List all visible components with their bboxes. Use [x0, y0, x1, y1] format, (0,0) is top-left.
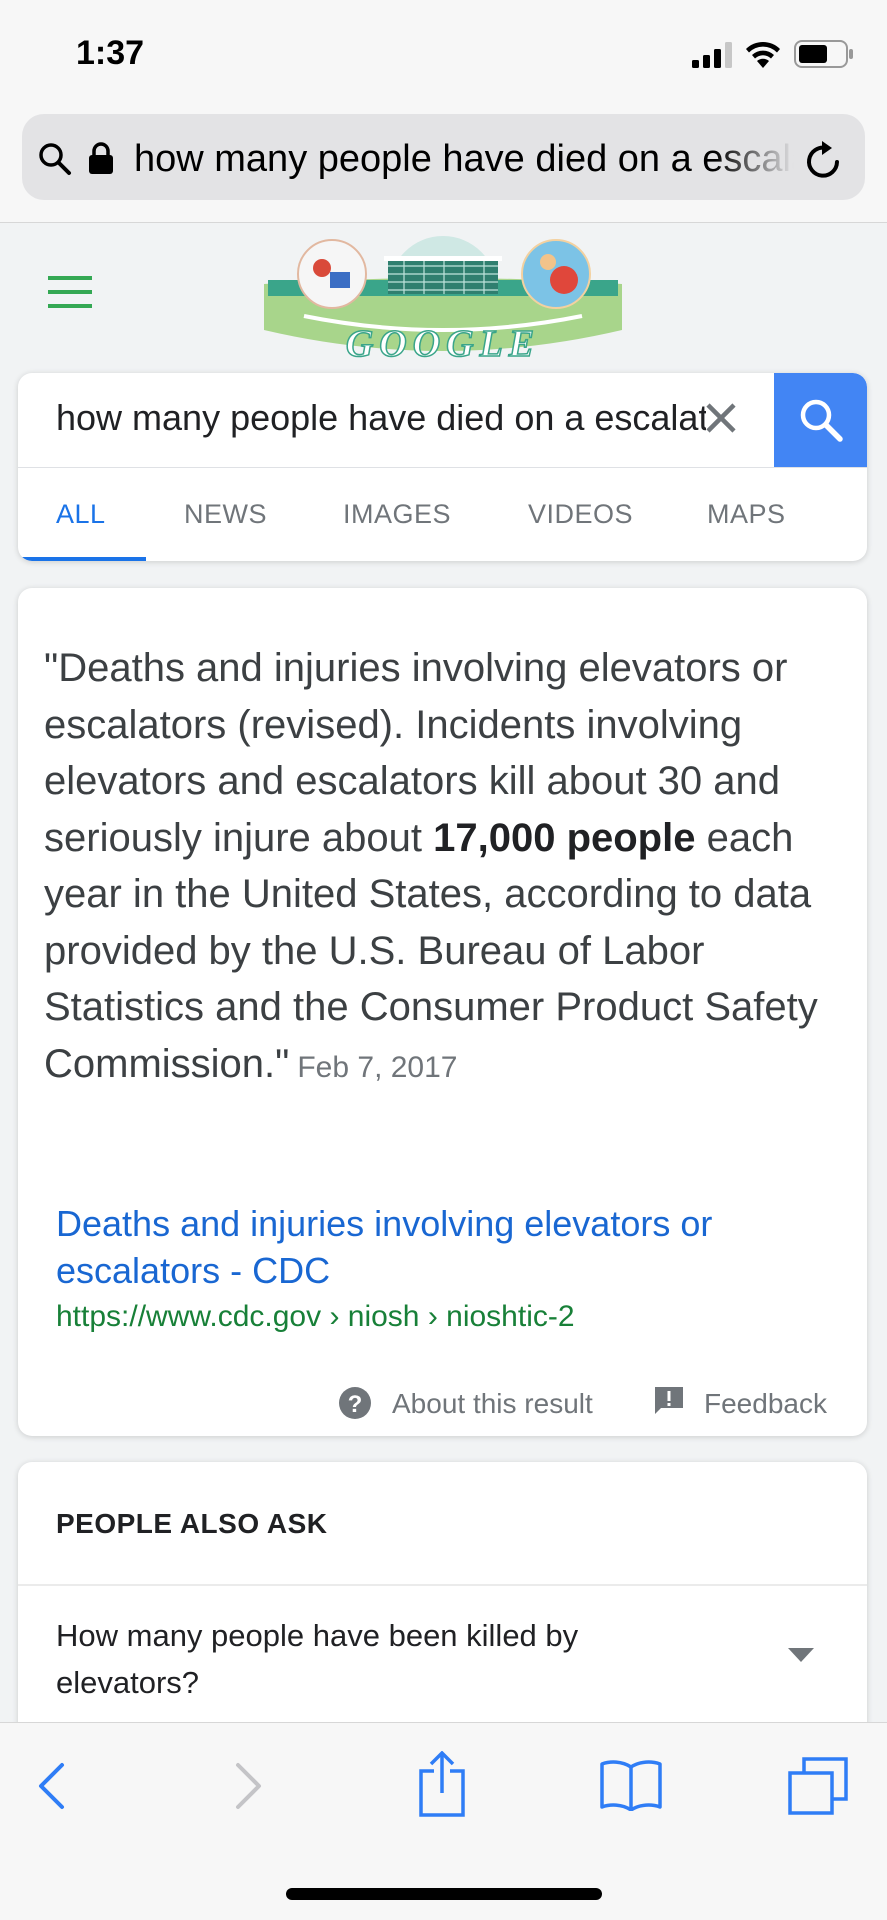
tab-news[interactable]: NEWS	[184, 499, 267, 530]
browser-address-area: how many people have died on a escalator	[0, 108, 887, 223]
svg-text:?: ?	[348, 1391, 363, 1418]
status-bar: 1:37	[0, 0, 887, 108]
tab-videos[interactable]: VIDEOS	[528, 499, 633, 530]
feedback-icon[interactable]	[654, 1386, 684, 1416]
search-card: ALL NEWS IMAGES VIDEOS MAPS	[18, 373, 867, 561]
clear-icon[interactable]	[704, 401, 738, 435]
lock-icon	[89, 142, 113, 174]
snippet-quote: "	[44, 646, 59, 690]
search-button[interactable]	[774, 373, 867, 467]
tab-maps[interactable]: MAPS	[707, 499, 786, 530]
feedback-link[interactable]: Feedback	[704, 1388, 827, 1420]
tab-all[interactable]: ALL	[56, 499, 106, 530]
chevron-down-icon[interactable]	[788, 1648, 814, 1662]
result-title-link[interactable]: Deaths and injuries involving elevators …	[56, 1200, 816, 1294]
status-time: 1:37	[76, 34, 145, 72]
menu-icon[interactable]	[48, 276, 92, 308]
address-text: how many people have died on a escalator	[134, 138, 794, 180]
search-icon	[39, 143, 71, 175]
help-icon[interactable]: ?	[338, 1386, 372, 1420]
reload-icon[interactable]	[804, 140, 842, 180]
search-icon	[800, 399, 843, 442]
divider	[18, 467, 867, 468]
snippet-text: "Deaths and injuries involving elevators…	[44, 640, 844, 1096]
wifi-icon	[746, 41, 780, 68]
home-indicator	[286, 1888, 602, 1900]
tabs-icon[interactable]	[788, 1757, 848, 1815]
share-icon[interactable]	[418, 1751, 466, 1817]
about-result-link[interactable]: About this result	[392, 1388, 593, 1420]
search-input[interactable]	[56, 397, 706, 439]
snippet-date: Feb 7, 2017	[297, 1050, 458, 1084]
bookmarks-icon[interactable]	[600, 1759, 662, 1811]
people-also-ask-heading: PEOPLE ALSO ASK	[56, 1508, 328, 1539]
signal-icon	[692, 42, 732, 68]
forward-icon[interactable]	[234, 1761, 264, 1811]
result-url[interactable]: https://www.cdc.gov › niosh › nioshtic-2	[56, 1300, 575, 1334]
back-icon[interactable]	[36, 1761, 66, 1811]
paa-question[interactable]: How many people have been killed by elev…	[56, 1612, 676, 1706]
featured-snippet-card: " Deaths and injuries involving elevators…	[18, 588, 867, 1436]
address-bar[interactable]: how many people have died on a escalator	[22, 114, 865, 200]
google-header: GOOGLE	[0, 224, 887, 372]
battery-icon	[794, 40, 853, 68]
active-tab-indicator	[18, 557, 146, 561]
doodle-wordmark: GOOGLE	[346, 323, 540, 365]
snippet-highlight: 17,000 people	[433, 815, 696, 860]
divider	[18, 1584, 867, 1586]
google-doodle[interactable]: GOOGLE	[264, 232, 622, 366]
tab-images[interactable]: IMAGES	[343, 499, 451, 530]
